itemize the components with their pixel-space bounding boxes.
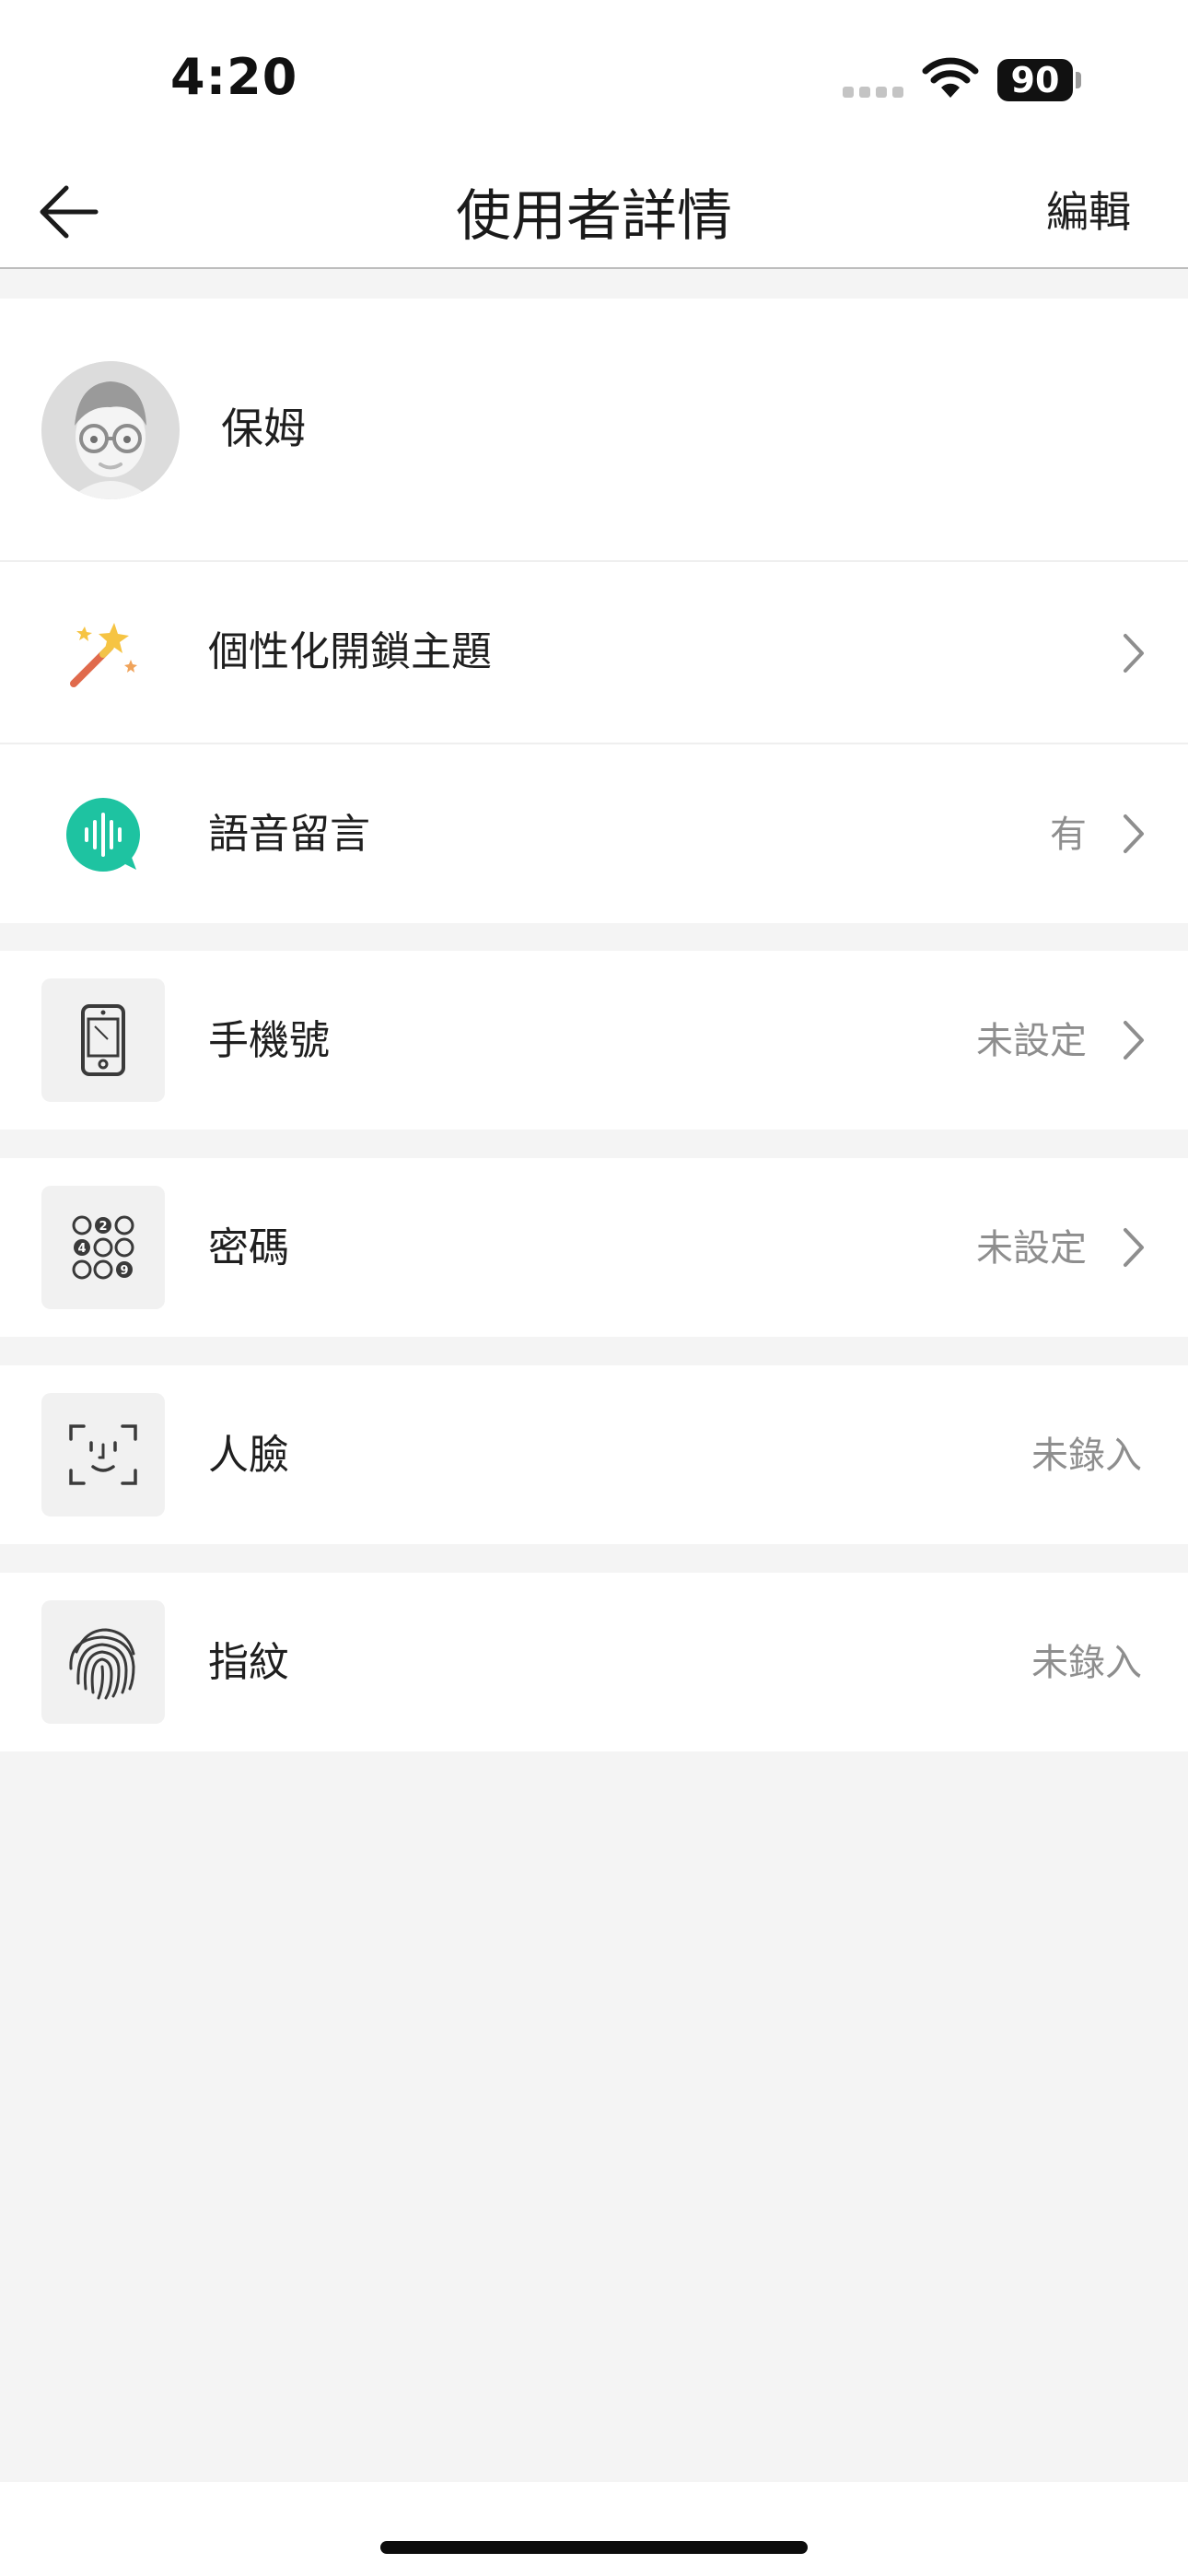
bottom-safe-area (0, 2482, 1188, 2576)
fingerprint-row: 指紋 未錄入 (0, 1573, 1188, 1751)
voice-message-icon (66, 798, 140, 872)
voice-message-label: 語音留言 (208, 811, 370, 858)
fingerprint-row-label: 指紋 (208, 1639, 289, 1686)
face-scan-icon (41, 1393, 165, 1516)
avatar-glasses-icon (41, 361, 180, 499)
theme-row-label: 個性化開鎖主題 (208, 628, 492, 675)
password-row[interactable]: 2 4 9 密碼 未設定 (0, 1158, 1188, 1337)
status-time: 4:20 (170, 48, 298, 106)
phone-row[interactable]: 手機號 未設定 (0, 951, 1188, 1130)
svg-text:9: 9 (120, 1264, 128, 1278)
home-indicator[interactable] (380, 2541, 808, 2554)
chevron-right-icon (1124, 814, 1144, 853)
theme-row[interactable]: 個性化開鎖主題 (0, 562, 1188, 743)
face-row-value: 未錄入 (1031, 1434, 1142, 1477)
user-name: 保姆 (221, 404, 306, 453)
voice-message-value: 有 (1050, 814, 1087, 856)
voice-message-row[interactable]: 語音留言 有 (0, 744, 1188, 923)
face-row-label: 人臉 (208, 1432, 289, 1479)
fingerprint-row-value: 未錄入 (1031, 1642, 1142, 1684)
wifi-icon (921, 55, 980, 101)
chevron-right-icon (1124, 634, 1144, 673)
status-bar: 4:20 90 (0, 0, 1188, 157)
magic-wand-icon (70, 623, 137, 687)
page-title: 使用者詳情 (456, 184, 732, 249)
battery-cap (1076, 72, 1081, 88)
keypad-icon: 2 4 9 (41, 1186, 165, 1309)
cellular-signal-icon (843, 87, 905, 98)
navigation-bar: 使用者詳情 編輯 (0, 157, 1188, 269)
phone-row-label: 手機號 (208, 1017, 330, 1064)
password-row-label: 密碼 (208, 1224, 289, 1271)
svg-text:4: 4 (77, 1242, 86, 1256)
battery-icon: 90 (997, 59, 1073, 101)
user-detail-screen: 4:20 90 使用者詳情 編輯 保姆 個性化開鎖主題 語音留言 有 手機號 未… (0, 0, 1188, 2576)
chevron-right-icon (1124, 1228, 1144, 1267)
chevron-right-icon (1124, 1021, 1144, 1060)
phone-icon (41, 978, 165, 1102)
fingerprint-icon (41, 1600, 165, 1724)
face-row: 人臉 未錄入 (0, 1365, 1188, 1544)
password-row-value: 未設定 (976, 1227, 1087, 1270)
phone-row-value: 未設定 (976, 1020, 1087, 1062)
edit-button[interactable]: 編輯 (1046, 179, 1131, 240)
svg-text:2: 2 (99, 1220, 107, 1234)
